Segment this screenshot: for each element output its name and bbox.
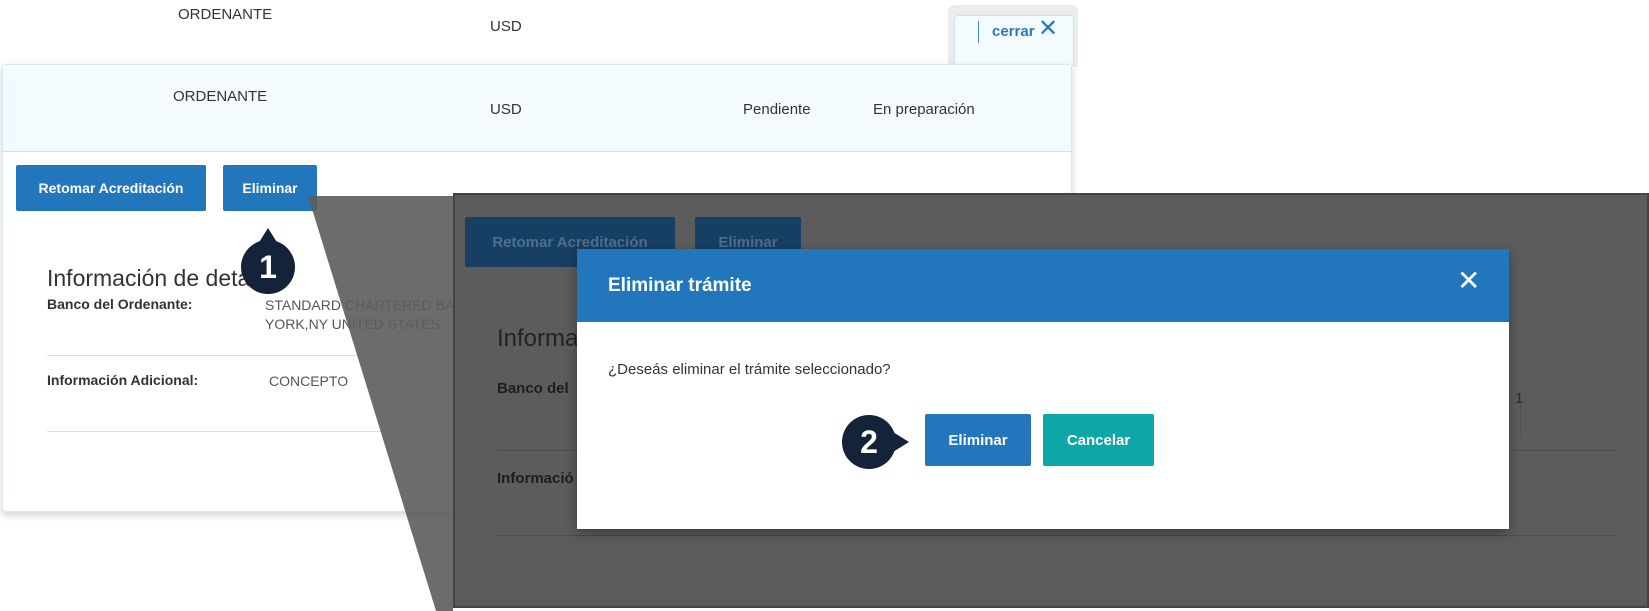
close-icon[interactable]: ✕ <box>1038 17 1058 41</box>
row-currency: USD <box>490 18 522 35</box>
delete-confirm-modal: Eliminar trámite ✕ ¿Deseás eliminar el t… <box>577 249 1509 529</box>
close-icon[interactable]: ✕ <box>1457 267 1480 295</box>
field-divider <box>47 431 517 432</box>
detail-section-title: Información de detalle <box>47 265 274 291</box>
close-label[interactable]: cerrar <box>992 23 1035 40</box>
modal-message: ¿Deseás eliminar el trámite seleccionado… <box>608 361 891 378</box>
modal-header: Eliminar trámite ✕ <box>577 249 1509 322</box>
field-value-info: CONCEPTO <box>269 373 349 389</box>
modal-title: Eliminar trámite <box>608 275 752 296</box>
retomar-acreditacion-button[interactable]: Retomar Acreditación <box>16 165 206 211</box>
header-ordenante: ORDENANTE <box>173 88 268 105</box>
zoom-right-fragment: 1 <box>1515 390 1524 407</box>
header-status: Pendiente <box>743 101 811 118</box>
step-marker-2: 2 <box>842 415 909 469</box>
eliminar-button[interactable]: Eliminar <box>223 165 317 211</box>
close-divider <box>978 21 979 43</box>
field-divider <box>47 355 517 356</box>
confirm-eliminar-button[interactable]: Eliminar <box>925 414 1031 466</box>
zoom-label-info: Informació <box>497 470 574 487</box>
card-header-row[interactable]: ORDENANTE USD Pendiente En preparación <box>3 65 1071 152</box>
field-label-banco: Banco del Ordenante: <box>47 296 193 312</box>
field-label-info: Información Adicional: <box>47 372 199 388</box>
zoom-section-title: Informa <box>497 325 579 352</box>
background-row: ORDENANTE USD <box>0 0 1080 62</box>
zoom-divider <box>497 535 1617 536</box>
header-state: En preparación <box>873 101 975 118</box>
close-tab[interactable]: cerrar ✕ <box>948 5 1078 67</box>
step-marker-1: 1 <box>241 228 295 294</box>
zoom-label-banco: Banco del <box>497 380 569 397</box>
row-ordenante: ORDENANTE <box>178 6 273 23</box>
header-currency: USD <box>490 101 522 118</box>
cancelar-button[interactable]: Cancelar <box>1043 414 1154 466</box>
